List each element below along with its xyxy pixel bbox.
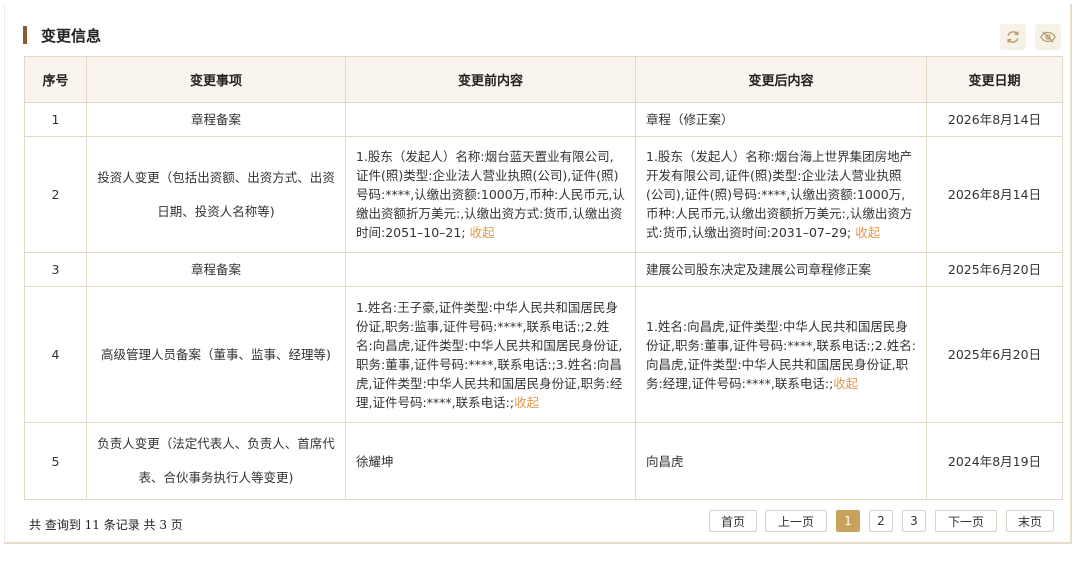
before-content: 徐耀坤 xyxy=(345,422,636,500)
after-content: 章程（修正案） xyxy=(635,102,927,137)
page-button-1[interactable]: 1 xyxy=(836,510,860,532)
change-item: 章程备案 xyxy=(86,252,346,287)
change-item-line: 章程备案 xyxy=(190,112,241,127)
before-content: 1.股东（发起人）名称:烟台蓝天置业有限公司,证件(照)类型:企业法人营业执照(… xyxy=(345,136,636,253)
change-item-line: 投资人变更（包括出资额、出资方式、出资 xyxy=(97,169,335,185)
refresh-button[interactable] xyxy=(1000,24,1026,50)
after-content: 建展公司股东决定及建展公司章程修正案 xyxy=(635,252,927,287)
before-content xyxy=(345,102,636,137)
table-row: 2 投资人变更（包括出资额、出资方式、出资 日期、投资人名称等) 1.股东（发起… xyxy=(24,136,1063,253)
change-date: 2026年8月14日 xyxy=(926,102,1063,137)
after-content: 向昌虎 xyxy=(635,422,927,500)
first-page-button[interactable]: 首页 xyxy=(709,510,757,532)
collapse-link[interactable]: 收起 xyxy=(833,376,858,391)
row-number: 2 xyxy=(24,136,87,253)
row-number: 1 xyxy=(24,102,87,137)
change-item-line: 负责人变更（法定代表人、负责人、首席代 xyxy=(97,436,335,451)
change-item: 章程备案 xyxy=(86,102,346,137)
change-date: 2025年6月20日 xyxy=(926,286,1063,423)
refresh-icon xyxy=(1007,31,1019,43)
header-accent-bar xyxy=(23,26,27,44)
toggle-visibility-button[interactable] xyxy=(1035,24,1061,50)
row-number: 5 xyxy=(24,422,87,500)
table-header-row: 序号 变更事项 变更前内容 变更后内容 变更日期 xyxy=(24,56,1063,103)
change-item: 负责人变更（法定代表人、负责人、首席代 表、合伙事务执行人等变更) xyxy=(86,422,346,500)
before-text: 1.姓名:王子豪,证件类型:中华人民共和国居民身份证,职务:监事,证件号码:**… xyxy=(356,299,623,410)
prev-page-button[interactable]: 上一页 xyxy=(765,510,827,532)
change-item-line: 章程备案 xyxy=(190,262,241,277)
column-header-item: 变更事项 xyxy=(86,56,346,103)
last-page-button[interactable]: 末页 xyxy=(1006,510,1054,532)
column-header-no: 序号 xyxy=(24,56,87,103)
change-date: 2025年6月20日 xyxy=(926,252,1063,287)
change-item: 投资人变更（包括出资额、出资方式、出资 日期、投资人名称等) xyxy=(86,136,346,253)
table-row: 4 高级管理人员备案（董事、监事、经理等) 1.姓名:王子豪,证件类型:中华人民… xyxy=(24,286,1063,423)
collapse-link[interactable]: 收起 xyxy=(514,395,539,410)
column-header-date: 变更日期 xyxy=(926,56,1063,103)
table-row: 1 章程备案 章程（修正案） 2026年8月14日 xyxy=(24,102,1063,137)
after-content: 1.股东（发起人）名称:烟台海上世界集团房地产开发有限公司,证件(照)类型:企业… xyxy=(635,136,927,253)
after-content: 1.姓名:向昌虎,证件类型:中华人民共和国居民身份证,职务:董事,证件号码:**… xyxy=(635,286,927,423)
change-item-line: 高级管理人员备案（董事、监事、经理等) xyxy=(101,347,331,362)
change-date: 2024年8月19日 xyxy=(926,422,1063,500)
collapse-link[interactable]: 收起 xyxy=(470,225,495,240)
column-header-after: 变更后内容 xyxy=(635,56,927,103)
row-number: 4 xyxy=(24,286,87,423)
change-item: 高级管理人员备案（董事、监事、经理等) xyxy=(86,286,346,423)
eye-slash-icon xyxy=(1040,31,1056,43)
change-item-line: 日期、投资人名称等) xyxy=(157,203,275,219)
change-item-line: 表、合伙事务执行人等变更) xyxy=(138,470,294,485)
before-content xyxy=(345,252,636,287)
section-title: 变更信息 xyxy=(41,26,102,45)
change-date: 2026年8月14日 xyxy=(926,136,1063,253)
change-records-table: 序号 变更事项 变更前内容 变更后内容 变更日期 1 章程备案 章程（修正案） … xyxy=(24,56,1063,500)
table-row: 5 负责人变更（法定代表人、负责人、首席代 表、合伙事务执行人等变更) 徐耀坤 … xyxy=(24,422,1063,500)
collapse-link[interactable]: 收起 xyxy=(855,225,880,240)
after-text: 1.姓名:向昌虎,证件类型:中华人民共和国居民身份证,职务:董事,证件号码:**… xyxy=(646,318,916,391)
pagination: 首页 上一页 1 2 3 下一页 末页 xyxy=(5,510,1073,534)
change-info-panel: 变更信息 序号 变更事项 变更前内容 变更后内容 变更日期 1 章程备案 章程（… xyxy=(4,4,1072,544)
page-button-3[interactable]: 3 xyxy=(902,510,926,532)
page-button-2[interactable]: 2 xyxy=(869,510,893,532)
section-header: 变更信息 xyxy=(23,22,101,48)
column-header-before: 变更前内容 xyxy=(345,56,636,103)
table-row: 3 章程备案 建展公司股东决定及建展公司章程修正案 2025年6月20日 xyxy=(24,252,1063,287)
before-content: 1.姓名:王子豪,证件类型:中华人民共和国居民身份证,职务:监事,证件号码:**… xyxy=(345,286,636,423)
row-number: 3 xyxy=(24,252,87,287)
next-page-button[interactable]: 下一页 xyxy=(935,510,997,532)
